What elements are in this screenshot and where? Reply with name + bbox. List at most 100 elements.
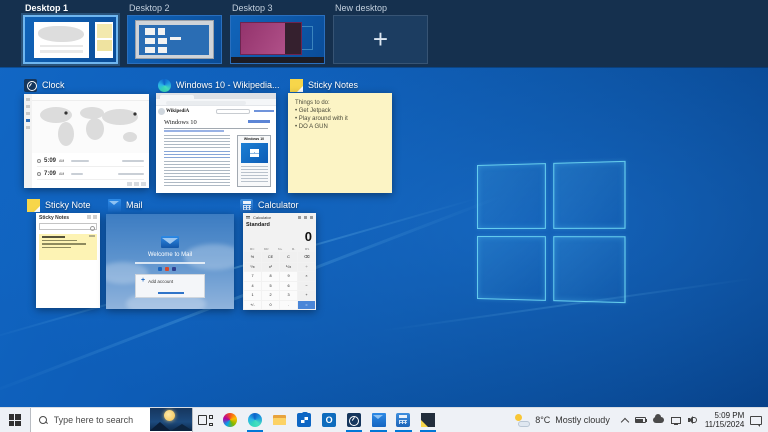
- copilot-icon: [223, 413, 237, 427]
- clock-zone-bar: [118, 173, 144, 175]
- memory-key: M+: [278, 247, 282, 251]
- task-view-button[interactable]: [193, 408, 218, 432]
- plus-icon: +: [141, 278, 145, 284]
- note-text-bar: [42, 247, 71, 249]
- mail-window-label: Mail: [126, 200, 143, 210]
- desktop-2-label[interactable]: Desktop 2: [129, 3, 170, 13]
- clock-list: 5:09 AM 7:09 AM: [32, 153, 149, 188]
- world-map: [32, 101, 149, 153]
- clock-taskbar-button[interactable]: [342, 408, 367, 432]
- taskbar-search-box[interactable]: [30, 408, 194, 432]
- add-account-card: + Add account: [135, 274, 205, 298]
- search-highlight-image[interactable]: [150, 408, 192, 431]
- new-desktop-label[interactable]: New desktop: [335, 3, 387, 13]
- account-icon: [172, 267, 176, 271]
- task-view-icon: [198, 414, 213, 426]
- note-line: • Get Jetpack: [295, 107, 392, 115]
- clock-app-icon: [24, 79, 37, 92]
- outlook-button[interactable]: [317, 408, 342, 432]
- desktop-1-label[interactable]: Desktop 1: [25, 3, 68, 13]
- battery-icon[interactable]: [635, 417, 646, 423]
- network-icon[interactable]: [671, 417, 681, 424]
- desktop-1-thumbnail[interactable]: [23, 15, 118, 64]
- infobox: Windows 10: [237, 135, 271, 187]
- calc-key: 1: [244, 291, 261, 300]
- windows-start-icon: [9, 414, 21, 426]
- calc-key: .: [280, 301, 297, 310]
- article-links-text: [164, 151, 230, 159]
- memory-key: M-: [292, 247, 296, 251]
- edge-taskbar-button[interactable]: [243, 408, 268, 432]
- taskbar-clock[interactable]: 5:09 PM 11/15/2024: [705, 408, 744, 432]
- mountain-graphic: [166, 424, 192, 431]
- rail-item: [26, 112, 30, 115]
- calculator-taskbar-button[interactable]: [391, 408, 416, 432]
- mail-taskbar-button[interactable]: [366, 408, 391, 432]
- mini-tile: [158, 28, 165, 35]
- ready-link-bar: [158, 292, 184, 294]
- mini-gray-window: [135, 20, 213, 59]
- mini-row: [40, 45, 84, 48]
- memory-keys: MC MR M+ M- MS: [245, 247, 314, 251]
- windows10-logo: [250, 149, 259, 157]
- store-button[interactable]: [292, 408, 317, 432]
- clock-nav-rail: [24, 94, 32, 188]
- mini-notes-column: [95, 22, 113, 58]
- mail-window-title: Mail: [108, 198, 143, 212]
- file-explorer-icon: [273, 413, 287, 427]
- edge-icon: [248, 413, 262, 427]
- copilot-button[interactable]: [218, 408, 243, 432]
- weather-icon: [514, 414, 530, 427]
- desktop-3-label[interactable]: Desktop 3: [232, 3, 273, 13]
- weather-widget[interactable]: 8°C Mostly cloudy: [514, 408, 610, 432]
- plus-icon[interactable]: +: [334, 16, 427, 63]
- desktop-2-thumbnail[interactable]: [127, 15, 222, 64]
- virtual-desktops-bar: Desktop 1 Desktop 2: [0, 0, 768, 67]
- calculator-window-label: Calculator: [258, 200, 299, 210]
- windows-logo-pane: [553, 161, 626, 229]
- desktop-3-thumbnail[interactable]: [230, 15, 325, 64]
- clock-row: 5:09 AM: [37, 155, 144, 167]
- calc-key: 4: [244, 282, 261, 291]
- wikipedia-window-thumbnail[interactable]: WikipediA Windows 10 Windows 10: [156, 93, 276, 193]
- calc-key: ⌫: [298, 252, 315, 262]
- clock-time: 7:09: [44, 171, 56, 177]
- mail-icon: [372, 413, 386, 427]
- sticky-list-window-label: Sticky Note: [45, 200, 91, 210]
- article-text: [164, 135, 230, 149]
- clock-label-bar: [71, 160, 89, 162]
- calculator-window-title: Calculator: [240, 198, 299, 212]
- note-content: Things to do: • Get Jetpack • Play aroun…: [288, 93, 392, 131]
- calc-key: ×: [298, 272, 315, 281]
- note-line: • Play around with it: [295, 115, 392, 123]
- calc-key: ÷: [298, 263, 315, 272]
- onedrive-icon[interactable]: [653, 417, 664, 423]
- rail-item: [26, 105, 30, 108]
- sticky-list-actions: [87, 215, 97, 219]
- volume-icon[interactable]: [688, 416, 697, 425]
- article-tabs: [164, 130, 224, 132]
- file-explorer-button[interactable]: [267, 408, 292, 432]
- sticky-search-box: [39, 223, 97, 230]
- calculator-app-label: Calculator: [253, 215, 271, 220]
- show-hidden-icons-chevron[interactable]: [621, 417, 629, 425]
- sticky-note-thumbnail[interactable]: Things to do: • Get Jetpack • Play aroun…: [288, 93, 392, 193]
- sticky-notes-taskbar-button[interactable]: [416, 408, 441, 432]
- new-desktop-button[interactable]: +: [333, 15, 428, 64]
- mail-icon: [108, 199, 121, 212]
- moon-graphic: [164, 410, 175, 421]
- sticky-list-thumbnail[interactable]: Sticky Notes: [36, 213, 100, 308]
- start-button[interactable]: [0, 408, 30, 432]
- daylight-icon: [37, 172, 41, 176]
- action-center-button[interactable]: [744, 408, 768, 432]
- calculator-titlebar: Calculator: [243, 213, 316, 221]
- search-input[interactable]: [54, 415, 146, 425]
- note-line: • DO A GUN: [295, 123, 392, 131]
- mini-clock-window: [34, 22, 89, 58]
- clock-window-thumbnail[interactable]: 5:09 AM 7:09 AM: [24, 94, 149, 188]
- calculator-icon: [240, 199, 253, 212]
- mail-window-thumbnail[interactable]: Welcome to Mail + Add account: [106, 214, 234, 309]
- calculator-window-thumbnail[interactable]: Calculator Standard 0 MC MR M+ M- MS % C…: [243, 213, 316, 310]
- control-glyph: [127, 182, 132, 186]
- article-text: [164, 161, 230, 187]
